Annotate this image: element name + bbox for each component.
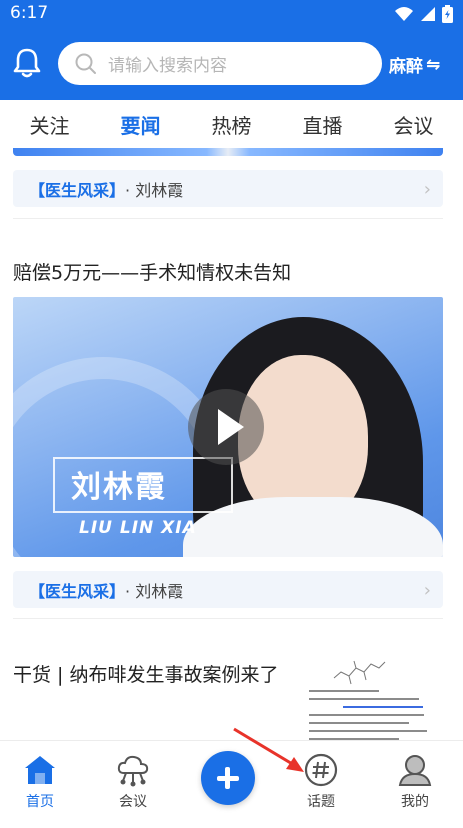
previous-article-image[interactable] — [13, 148, 443, 156]
video-name-pinyin: LIU LIN XIA — [79, 518, 197, 538]
tab-live[interactable]: 直播 — [299, 104, 347, 145]
search-input[interactable]: 请输入搜索内容 — [58, 42, 382, 85]
play-icon[interactable] — [188, 389, 264, 465]
article-thumbnail[interactable] — [303, 658, 433, 740]
tab-meetings[interactable]: 会议 — [390, 104, 438, 145]
annotation-arrow-icon — [233, 727, 304, 772]
status-icons — [394, 5, 453, 23]
chemical-structure-icon — [333, 660, 386, 685]
thumb-text-line — [309, 730, 427, 732]
home-icon — [25, 756, 55, 784]
divider — [13, 218, 443, 219]
nav-topics-label: 话题 — [307, 794, 335, 810]
tab-follow[interactable]: 关注 — [26, 104, 74, 145]
department-switcher[interactable]: 麻醉 ⇋ — [389, 52, 441, 78]
status-bar: 6:17 — [0, 0, 463, 28]
video-thumbnail[interactable]: 刘林霞 LIU LIN XIA — [13, 297, 443, 557]
news-feed[interactable]: 【医生风采】 · 刘林霞 › 赔偿5万元——手术知情权未告知 刘林霞 LIU L… — [0, 148, 463, 740]
article-title[interactable]: 赔偿5万元——手术知情权未告知 — [13, 258, 291, 285]
nav-home[interactable]: 首页 — [5, 753, 75, 811]
thumb-text-line — [309, 722, 409, 724]
tab-news[interactable]: 要闻 — [114, 104, 167, 151]
chevron-right-icon: › — [423, 179, 431, 200]
cloud-network-icon — [117, 755, 149, 787]
user-icon — [398, 755, 432, 786]
tab-trending[interactable]: 热榜 — [208, 104, 256, 145]
category-tabs: 关注 要闻 热榜 直播 会议 — [0, 100, 463, 151]
search-placeholder: 请输入搜索内容 — [108, 56, 227, 76]
thumb-link-line — [343, 706, 423, 708]
article-author: · 刘林霞 — [125, 180, 184, 200]
nav-profile-label: 我的 — [401, 794, 429, 810]
status-time: 6:17 — [10, 3, 49, 23]
nav-profile[interactable]: 我的 — [380, 753, 450, 811]
article-tag-bar[interactable]: 【医生风采】 · 刘林霞 › — [13, 571, 443, 608]
article-title[interactable]: 干货 | 纳布啡发生事故案例来了 — [13, 660, 278, 687]
thumb-text-line — [309, 690, 379, 692]
chevron-right-icon: › — [423, 580, 431, 601]
video-name-cn: 刘林霞 — [71, 470, 167, 505]
divider — [13, 618, 443, 619]
article-author: · 刘林霞 — [125, 581, 184, 601]
thumb-text-line — [309, 698, 419, 700]
battery-icon — [442, 5, 453, 23]
nav-home-label: 首页 — [26, 794, 54, 810]
department-label: 麻醉 — [389, 57, 423, 77]
bell-icon[interactable] — [10, 46, 44, 80]
signal-icon — [421, 7, 435, 21]
article-tag: 【医生风采】 — [29, 581, 126, 601]
nav-meetings-label: 会议 — [119, 794, 147, 810]
search-icon — [75, 53, 96, 74]
article-tag: 【医生风采】 — [29, 180, 126, 200]
article-tag-bar[interactable]: 【医生风采】 · 刘林霞 › — [13, 170, 443, 207]
switch-icon: ⇋ — [426, 54, 441, 75]
thumb-text-line — [309, 714, 424, 716]
nav-meetings[interactable]: 会议 — [98, 753, 168, 811]
wifi-icon — [395, 7, 413, 21]
app-header: 请输入搜索内容 麻醉 ⇋ — [0, 28, 463, 100]
